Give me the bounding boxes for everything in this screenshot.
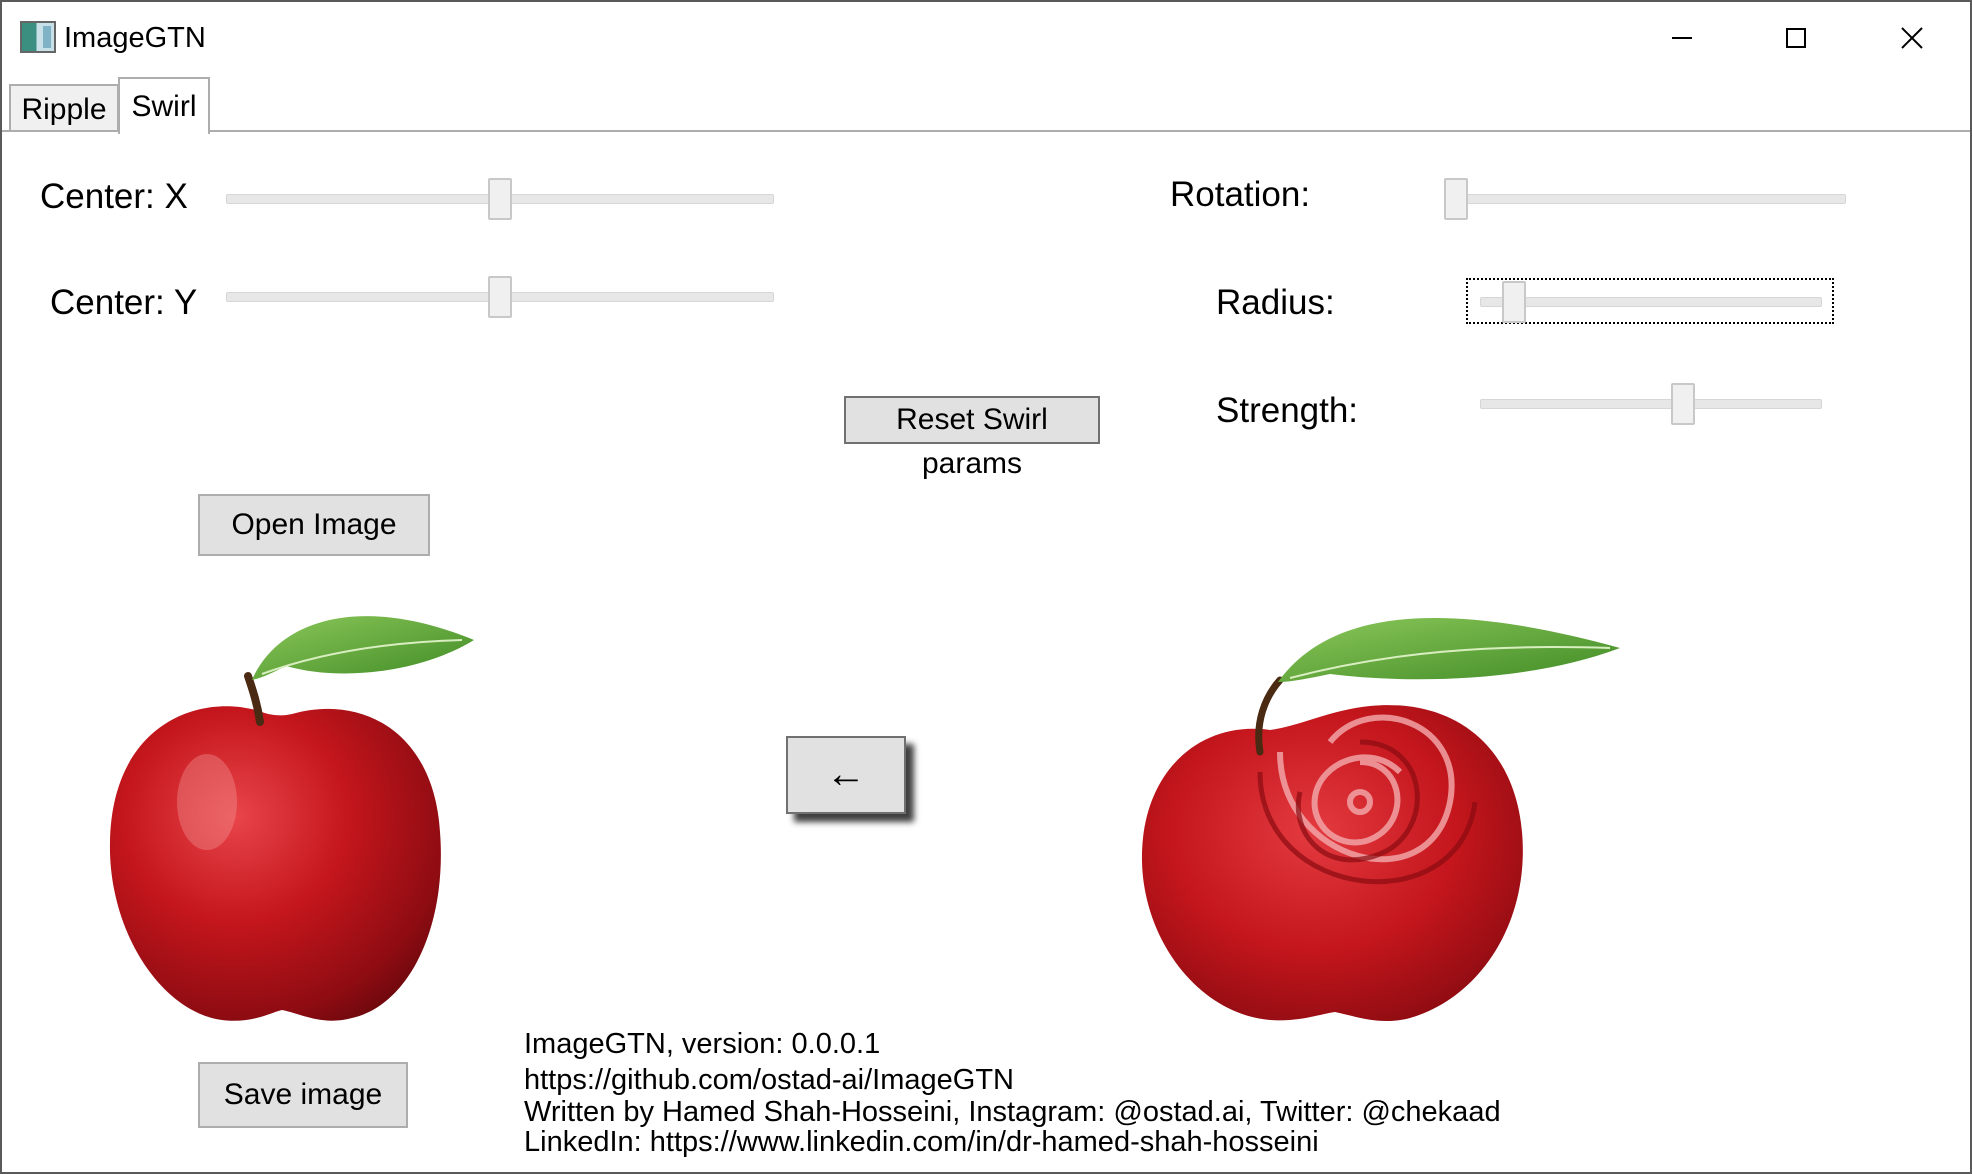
apply-arrow-button[interactable]: ← — [786, 736, 906, 814]
center-y-slider[interactable] — [226, 276, 774, 318]
title-bar: ImageGTN — [2, 2, 1970, 72]
original-image — [109, 616, 474, 1021]
processed-image — [1141, 617, 1620, 1022]
author-text: Written by Hamed Shah-Hosseini, Instagra… — [524, 1096, 1501, 1128]
slider-track — [1480, 297, 1822, 307]
slider-track — [1480, 399, 1822, 409]
close-icon — [1901, 27, 1923, 49]
slider-track — [1444, 194, 1846, 204]
version-text: ImageGTN, version: 0.0.0.1 — [524, 1028, 881, 1060]
minimize-button[interactable] — [1642, 16, 1722, 60]
center-x-label: Center: X — [40, 177, 188, 216]
close-button[interactable] — [1872, 16, 1952, 60]
linkedin-text: LinkedIn: https://www.linkedin.com/in/dr… — [524, 1126, 1319, 1158]
strength-slider[interactable] — [1480, 383, 1822, 425]
open-image-button[interactable]: Open Image — [198, 494, 430, 556]
slider-thumb[interactable] — [488, 276, 512, 318]
save-image-button[interactable]: Save image — [198, 1062, 408, 1128]
rotation-slider[interactable] — [1444, 178, 1846, 220]
tab-strip-border — [2, 130, 1970, 132]
main-window: ImageGTN Ripple Swirl Center: X Center: … — [0, 0, 1972, 1174]
github-link-text: https://github.com/ostad-ai/ImageGTN — [524, 1064, 1014, 1096]
rotation-label: Rotation: — [1170, 175, 1311, 214]
tab-swirl[interactable]: Swirl — [118, 77, 210, 134]
slider-thumb[interactable] — [488, 178, 512, 220]
reset-swirl-params-button[interactable]: Reset Swirl params — [844, 396, 1100, 480]
radius-label: Radius: — [1216, 283, 1335, 322]
app-icon — [20, 21, 56, 53]
tab-ripple[interactable]: Ripple — [9, 84, 119, 130]
maximize-button[interactable] — [1756, 16, 1836, 60]
slider-thumb[interactable] — [1502, 281, 1527, 323]
radius-slider[interactable] — [1480, 281, 1822, 323]
selected-tab-joint — [120, 129, 208, 133]
window-title: ImageGTN — [64, 22, 206, 54]
slider-thumb[interactable] — [1670, 383, 1695, 425]
center-x-slider[interactable] — [226, 178, 774, 220]
minimize-icon — [1672, 37, 1692, 39]
slider-thumb[interactable] — [1444, 178, 1468, 220]
center-y-label: Center: Y — [50, 283, 198, 322]
strength-label: Strength: — [1216, 391, 1359, 430]
maximize-icon — [1786, 28, 1806, 48]
